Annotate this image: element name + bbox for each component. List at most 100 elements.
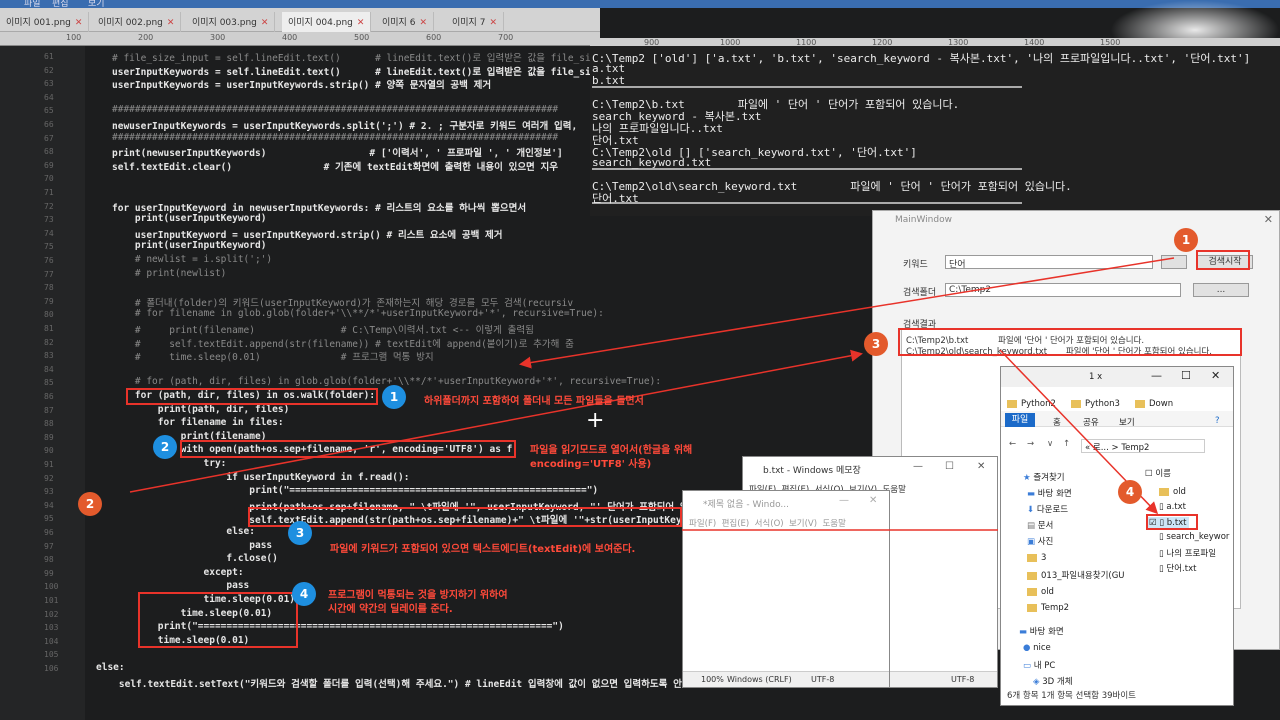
minimize-icon[interactable]: — [913, 461, 923, 472]
file-item[interactable]: ▯ a.txt [1159, 502, 1186, 512]
code-line: self.textEdit.clear() # 기존에 textEdit화면에 … [112, 161, 558, 173]
blank-button[interactable] [1161, 255, 1187, 269]
nav-desktop[interactable]: ▬ 바탕 화면 [1027, 487, 1072, 499]
down-arrow-icon[interactable]: ∨ [1047, 439, 1053, 449]
file-item[interactable]: ▯ 단어.txt [1159, 562, 1196, 574]
nav-label: 바탕 화면 [1029, 627, 1064, 637]
highlight-box-search-button [1196, 250, 1250, 270]
desktop-icon: ▬ [1027, 489, 1038, 499]
ribbon-file-tab[interactable]: 파일 [1005, 413, 1035, 427]
nav-3d-objects[interactable]: ◈ 3D 개체 [1033, 675, 1073, 687]
nav-label: 즐겨찾기 [1033, 473, 1065, 483]
nav-folder-old[interactable]: old [1027, 587, 1054, 597]
tab-image-7[interactable]: 이미지 7 ✕ [446, 12, 504, 32]
ruler-tick: 200 [138, 33, 154, 42]
ribbon-share-tab[interactable]: 공유 [1083, 416, 1099, 428]
tab-label: Down [1149, 399, 1174, 409]
note-step-2b: encoding='UTF8' 사용) [530, 459, 652, 470]
address-bar[interactable]: « 로... > Temp2 [1081, 439, 1205, 453]
nav-folder-temp2[interactable]: Temp2 [1027, 603, 1069, 613]
nav-downloads[interactable]: ⬇ 다운로드 [1027, 503, 1068, 515]
close-icon[interactable]: ✕ [977, 461, 985, 472]
forward-arrow-icon[interactable]: → [1027, 439, 1034, 449]
nav-documents[interactable]: ▤ 문서 [1027, 519, 1053, 531]
folder-icon [1027, 587, 1037, 596]
nav-label: 내 PC [1033, 661, 1056, 671]
close-icon[interactable]: ✕ [75, 18, 83, 28]
nav-label: 다운로드 [1036, 505, 1069, 515]
console-output: C:\Temp2 ['old'] ['a.txt', 'b.txt', 'sea… [590, 46, 1280, 216]
tab-label: Python3 [1085, 399, 1120, 409]
up-arrow-icon[interactable]: ↑ [1063, 439, 1070, 449]
close-icon[interactable]: ✕ [1211, 369, 1220, 382]
folder-input[interactable]: C:\Temp2 [945, 283, 1181, 297]
app-menubar: 파일 편집 보기 [0, 0, 1280, 9]
close-icon[interactable]: ✕ [261, 18, 269, 28]
close-icon[interactable]: ✕ [419, 18, 427, 28]
close-icon[interactable]: ✕ [869, 495, 877, 506]
nav-user-nice[interactable]: ● nice [1023, 643, 1051, 653]
ribbon-home-tab[interactable]: 홈 [1053, 416, 1061, 428]
file-item[interactable]: ▯ search_keywor [1159, 532, 1229, 542]
ruler-tick: 100 [66, 33, 82, 42]
close-icon[interactable]: ✕ [357, 18, 365, 28]
computer-icon: ▭ [1023, 661, 1034, 671]
code-line: print(userInputKeyword) [112, 213, 267, 225]
code-editor[interactable]: # file_size_input = self.lineEdit.text()… [0, 46, 693, 720]
nav-quick-access[interactable]: ★ 즐겨찾기 [1023, 471, 1065, 483]
star-icon: ★ [1023, 473, 1034, 483]
code-line: except: [112, 566, 244, 578]
code-line: self.textEdit.setText("키워드와 검색할 폴더를 입력(선… [96, 678, 691, 690]
keyword-label: 키워드 [903, 260, 928, 270]
nav-this-pc[interactable]: ▭ 내 PC [1023, 659, 1055, 671]
code-line: ########################################… [112, 131, 559, 143]
folder-label: 검색폴더 [903, 288, 937, 298]
close-icon[interactable]: ✕ [489, 18, 497, 28]
tab-label: Python2 [1021, 399, 1056, 409]
console-line: 단어.txt [592, 192, 639, 205]
nav-pictures[interactable]: ▣ 사진 [1027, 535, 1053, 547]
tab-label: 이미지 6 [382, 18, 416, 28]
close-icon[interactable]: ✕ [1264, 213, 1273, 226]
browse-button[interactable]: ... [1193, 283, 1249, 297]
tab-image-004[interactable]: 이미지 004.png ✕ [282, 12, 372, 32]
keyword-input[interactable]: 단어 [945, 255, 1153, 270]
file-item[interactable]: ▯ 나의 프로파일 [1159, 547, 1216, 559]
tab-image-6[interactable]: 이미지 6 ✕ [376, 12, 434, 32]
tab-image-001[interactable]: 이미지 001.png ✕ [0, 12, 90, 32]
step-badge-2: 2 [153, 435, 177, 459]
separator [592, 86, 1022, 88]
quick-tab-down[interactable]: Down [1135, 399, 1173, 409]
maximize-icon[interactable]: ☐ [945, 461, 954, 472]
minimize-icon[interactable]: — [839, 495, 849, 506]
tab-image-002[interactable]: 이미지 002.png ✕ [92, 12, 182, 32]
folder-icon [1071, 399, 1081, 408]
back-arrow-icon[interactable]: ← [1009, 439, 1016, 449]
ruler-tick: 300 [210, 33, 226, 42]
step-badge-1: 1 [382, 385, 406, 409]
folder-icon [1135, 399, 1145, 408]
notepad-menu[interactable]: 파일(F) 편집(E) 서식(O) 보기(V) 도움말 [689, 517, 846, 529]
nav-desktop-root[interactable]: ▬ 바탕 화면 [1019, 625, 1064, 637]
ribbon-view-tab[interactable]: 보기 [1119, 416, 1135, 428]
code-line: newuserInputKeywords = userInputKeywords… [112, 121, 578, 132]
highlight-box-os-walk [126, 388, 378, 405]
nav-folder-3[interactable]: 3 [1027, 553, 1046, 563]
tab-image-003[interactable]: 이미지 003.png ✕ [186, 12, 276, 32]
code-line: if userInputKeyword in f.read(): [112, 471, 410, 483]
ruler-tick: 700 [498, 33, 514, 42]
help-icon[interactable]: ? [1215, 416, 1220, 426]
column-header-name[interactable]: ☐ 이름 [1145, 467, 1171, 479]
explorer-tab-title[interactable]: 1 x [1089, 372, 1102, 382]
code-line: else: [112, 526, 255, 537]
maximize-icon[interactable]: ☐ [1181, 369, 1191, 382]
close-icon[interactable]: ✕ [167, 18, 175, 28]
quick-tab-python3[interactable]: Python3 [1071, 399, 1120, 409]
quick-tab-python2[interactable]: Python2 [1007, 399, 1056, 409]
nav-folder-013[interactable]: 013_파일내용찾기(GU [1027, 569, 1125, 581]
checkbox-icon[interactable]: ☐ [1145, 469, 1155, 479]
minimize-icon[interactable]: — [1151, 369, 1162, 382]
window-title: *제목 없음 - Windo... [703, 500, 789, 510]
file-item[interactable]: old [1159, 487, 1186, 497]
code-line: # file_size_input = self.lineEdit.text()… [112, 53, 591, 64]
